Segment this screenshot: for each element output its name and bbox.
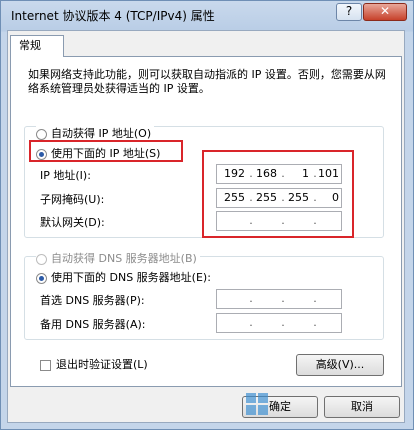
radio-auto-ip-label: 自动获得 IP 地址(O) (51, 127, 152, 140)
radio-auto-dns-label: 自动获得 DNS 服务器地址(B) (51, 252, 197, 265)
radio-indicator-selected (36, 272, 47, 284)
title-bar[interactable]: Internet 协议版本 4 (TCP/IPv4) 属性 ? ✕ (1, 1, 413, 27)
close-button[interactable]: ✕ (363, 3, 407, 21)
ip-dot: . (313, 316, 317, 329)
validate-on-exit-checkbox[interactable]: 退出时验证设置(L) (40, 356, 148, 372)
checkbox-box (40, 359, 51, 371)
ip-dot: . (313, 292, 317, 305)
ip-address-label: IP 地址(I): (40, 169, 91, 182)
advanced-button[interactable]: 高级(V)... (296, 354, 384, 376)
ip-dot: . (281, 292, 285, 305)
highlight-ip-fields-box (202, 150, 354, 238)
ip-dot: . (249, 292, 253, 305)
validate-on-exit-label: 退出时验证设置(L) (56, 358, 148, 371)
watermark-logo (246, 393, 268, 415)
close-icon: ✕ (379, 4, 391, 18)
help-icon: ? (345, 4, 353, 18)
ip-dot: . (249, 316, 253, 329)
subnet-mask-label: 子网掩码(U): (40, 193, 105, 206)
preferred-dns-label: 首选 DNS 服务器(P): (40, 294, 145, 307)
default-gateway-label: 默认网关(D): (40, 216, 105, 229)
alternate-dns-label: 备用 DNS 服务器(A): (40, 318, 146, 331)
radio-auto-dns[interactable]: 自动获得 DNS 服务器地址(B) (36, 250, 200, 266)
radio-manual-dns[interactable]: 使用下面的 DNS 服务器地址(E): (36, 269, 214, 285)
alternate-dns-input[interactable]: . . . (216, 313, 342, 333)
radio-indicator (36, 128, 47, 140)
radio-indicator (36, 253, 47, 265)
ip-dot: . (281, 316, 285, 329)
radio-manual-dns-label: 使用下面的 DNS 服务器地址(E): (51, 271, 211, 284)
description-text: 如果网络支持此功能，则可以获取自动指派的 IP 设置。否则，您需要从网络系统管理… (28, 68, 386, 95)
window-title: Internet 协议版本 4 (TCP/IPv4) 属性 (11, 9, 215, 23)
highlight-manual-ip-box (29, 140, 183, 162)
help-button[interactable]: ? (336, 3, 362, 21)
radio-auto-ip[interactable]: 自动获得 IP 地址(O) (36, 125, 155, 141)
preferred-dns-input[interactable]: . . . (216, 289, 342, 309)
tab-general[interactable]: 常规 (10, 35, 64, 57)
